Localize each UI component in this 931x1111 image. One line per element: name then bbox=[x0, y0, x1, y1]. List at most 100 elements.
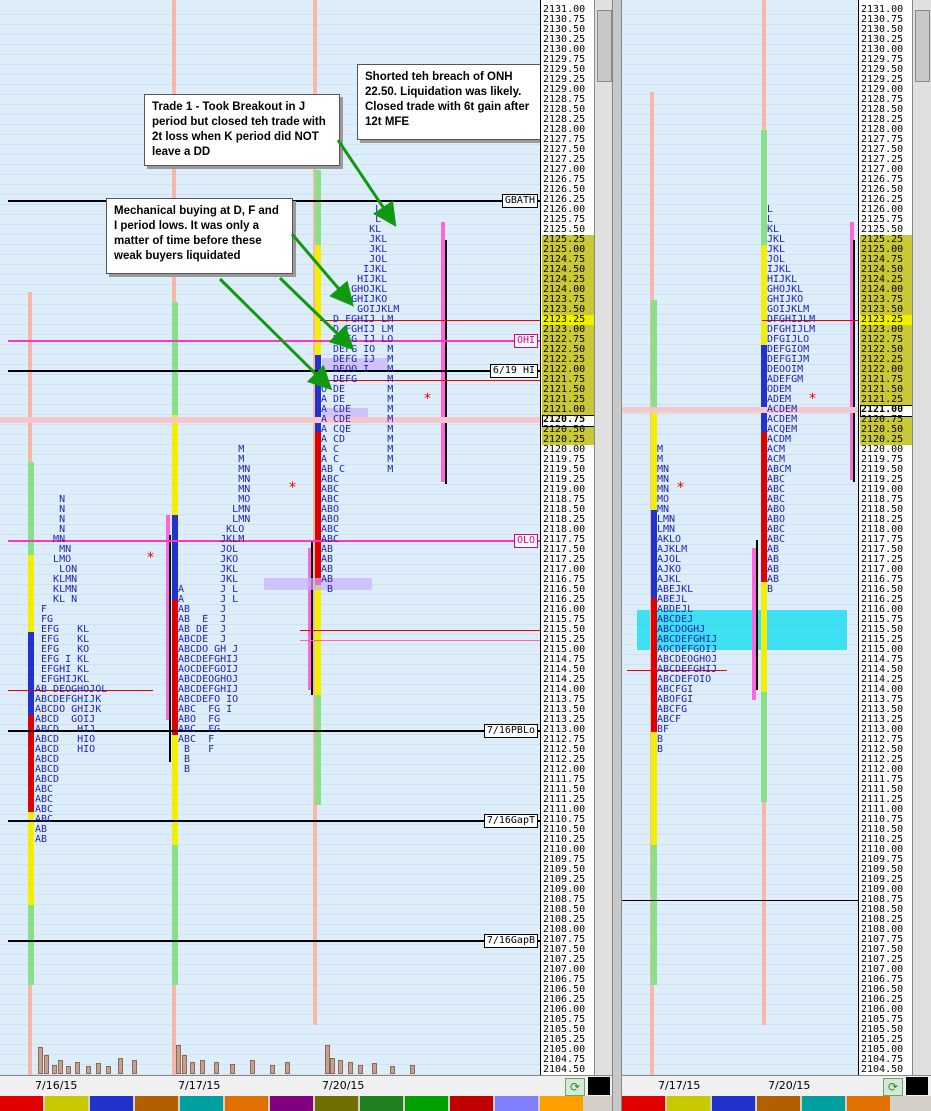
grid-line bbox=[0, 844, 540, 845]
annotation-text: Shorted teh breach of ONH 22.50. Liquida… bbox=[365, 71, 530, 128]
grid-line bbox=[622, 204, 858, 205]
grid-line bbox=[622, 314, 858, 315]
grid-line bbox=[622, 124, 858, 125]
period-color-swatch bbox=[450, 1096, 493, 1111]
grid-line bbox=[622, 34, 858, 35]
scroll-thumb[interactable] bbox=[915, 10, 930, 82]
grid-line bbox=[622, 934, 858, 935]
reference-level-label: 7/16GapT bbox=[483, 814, 538, 828]
grid-line bbox=[0, 904, 540, 905]
grid-line bbox=[0, 334, 540, 335]
volume-bar bbox=[176, 1045, 181, 1074]
refresh-icon[interactable]: ⟳ bbox=[883, 1078, 903, 1096]
date-label: 7/17/15 bbox=[658, 1079, 701, 1092]
period-color-swatch bbox=[847, 1096, 890, 1111]
grid-line bbox=[0, 984, 540, 985]
volume-bar bbox=[285, 1062, 290, 1074]
pane-splitter[interactable] bbox=[612, 0, 622, 1111]
grid-line bbox=[0, 914, 540, 915]
grid-line bbox=[0, 1024, 540, 1025]
date-label: 7/17/15 bbox=[178, 1079, 221, 1092]
grid-line bbox=[622, 104, 858, 105]
grid-line bbox=[0, 974, 540, 975]
grid-line bbox=[0, 1054, 540, 1055]
grid-line bbox=[0, 784, 540, 785]
refresh-icon[interactable]: ⟳ bbox=[565, 1078, 585, 1096]
annotation-shorted-onh: Shorted teh breach of ONH 22.50. Liquida… bbox=[357, 64, 540, 140]
period-color-swatch bbox=[622, 1096, 665, 1111]
volume-bar bbox=[372, 1063, 377, 1074]
grid-line bbox=[622, 394, 858, 395]
volume-bar bbox=[118, 1058, 123, 1074]
volume-bar bbox=[338, 1060, 343, 1074]
volume-bar bbox=[52, 1065, 57, 1074]
grid-line bbox=[0, 1044, 540, 1045]
grid-line bbox=[622, 1034, 858, 1035]
period-range-bar bbox=[28, 555, 34, 632]
reference-level-line bbox=[8, 820, 540, 822]
reference-level-line bbox=[8, 340, 540, 342]
prior-close-band bbox=[622, 407, 858, 413]
grid-line bbox=[0, 874, 540, 875]
scroll-thumb[interactable] bbox=[597, 10, 612, 82]
grid-line bbox=[0, 374, 540, 375]
grid-line bbox=[622, 64, 858, 65]
grid-line bbox=[622, 374, 858, 375]
grid-line bbox=[0, 1014, 540, 1015]
grid-line bbox=[622, 814, 858, 815]
grid-line bbox=[622, 244, 858, 245]
left-price-scale[interactable]: 2131.00 2130.75 2130.50 2130.25 2130.00 2129.… bbox=[540, 0, 595, 1075]
black-square-button[interactable] bbox=[588, 1077, 610, 1095]
volume-bar bbox=[214, 1062, 219, 1074]
star-marker: * bbox=[809, 391, 816, 407]
right-vertical-scrollbar[interactable] bbox=[912, 0, 931, 1075]
volume-bar bbox=[66, 1066, 71, 1074]
period-color-swatch bbox=[315, 1096, 358, 1111]
period-range-bar bbox=[28, 632, 34, 715]
grid-line bbox=[0, 794, 540, 795]
period-range-bar bbox=[28, 812, 34, 905]
grid-line bbox=[0, 284, 540, 285]
grid-line bbox=[622, 1024, 858, 1025]
volume-bar bbox=[96, 1063, 101, 1074]
grid-line bbox=[622, 354, 858, 355]
period-color-swatch bbox=[495, 1096, 538, 1111]
grid-line bbox=[622, 324, 858, 325]
grid-line bbox=[0, 1004, 540, 1005]
black-square-button[interactable] bbox=[906, 1077, 928, 1095]
grid-line bbox=[0, 344, 540, 345]
redline bbox=[300, 630, 540, 631]
left-period-color-bar bbox=[0, 1096, 612, 1111]
period-range-bar bbox=[172, 845, 178, 985]
grid-line bbox=[0, 484, 540, 485]
left-chart-pane[interactable]: GBATH OHI 6/19 HI OLO 7/16PBLo 7/16GapT 7/16Ga… bbox=[0, 0, 540, 1075]
grid-line bbox=[622, 144, 858, 145]
grid-line bbox=[622, 1044, 858, 1045]
grid-line bbox=[622, 24, 858, 25]
period-color-swatch bbox=[270, 1096, 313, 1111]
grid-line bbox=[0, 474, 540, 475]
grid-line bbox=[622, 174, 858, 175]
right-price-scale[interactable]: 2131.00 2130.75 2130.50 2130.25 2130.00 2129.… bbox=[858, 0, 913, 1075]
grid-line bbox=[622, 304, 858, 305]
annotation-text: Mechanical buying at D, F and I period l… bbox=[114, 205, 279, 262]
ib-range-bar bbox=[169, 535, 171, 762]
period-range-bar bbox=[651, 845, 657, 985]
grid-line bbox=[0, 944, 540, 945]
volume-bar bbox=[410, 1065, 415, 1074]
grid-line bbox=[622, 1064, 858, 1065]
volume-bar bbox=[182, 1055, 187, 1074]
left-vertical-scrollbar[interactable] bbox=[594, 0, 613, 1075]
right-period-color-bar bbox=[622, 1096, 931, 1111]
grid-line bbox=[0, 834, 540, 835]
grid-line bbox=[622, 404, 858, 405]
single-print-highlight bbox=[264, 578, 372, 590]
right-chart-pane[interactable]: M M MN MN MN MO MN LMN LMN AKLO AJKLM AJOL AJKO AJKL A… bbox=[622, 0, 858, 1075]
grid-line bbox=[622, 994, 858, 995]
grid-line bbox=[0, 804, 540, 805]
grid-line bbox=[622, 54, 858, 55]
grid-line bbox=[0, 174, 540, 175]
grid-line bbox=[622, 924, 858, 925]
reference-level-line bbox=[622, 900, 858, 901]
grid-line bbox=[622, 134, 858, 135]
